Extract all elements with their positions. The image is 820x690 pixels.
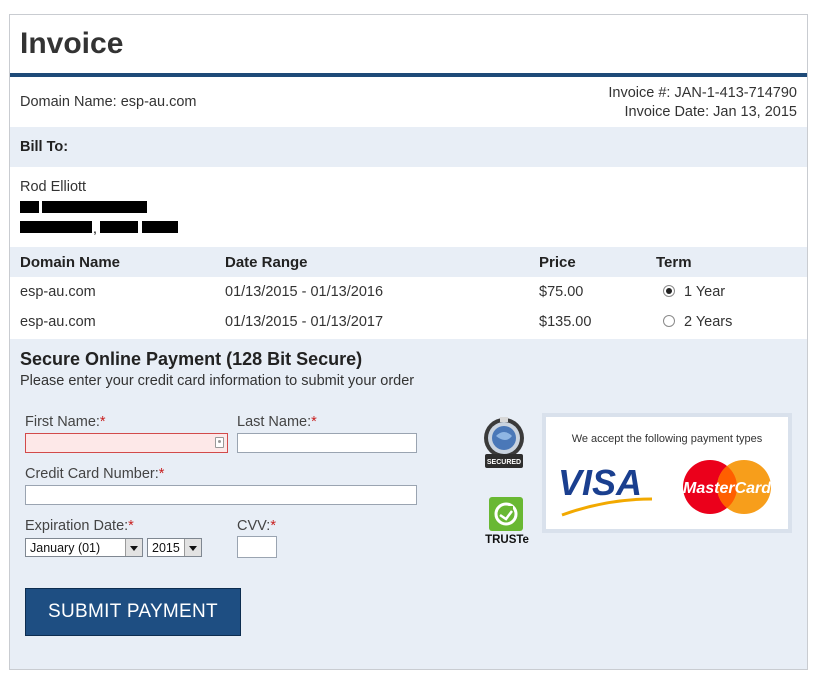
expiration-label: Expiration Date:* xyxy=(25,518,134,534)
secured-seal-icon: SECURED xyxy=(482,414,526,484)
seal-text: SECURED xyxy=(487,459,521,466)
bill-to-name: Rod Elliott xyxy=(20,179,87,195)
expiration-year-select[interactable]: 2015 xyxy=(147,538,202,557)
term-label: 2 Years xyxy=(684,314,733,330)
first-name-input[interactable] xyxy=(25,433,228,453)
mastercard-logo-text: MasterCard xyxy=(683,480,772,497)
term-label: 1 Year xyxy=(684,284,726,300)
last-name-label-text: Last Name: xyxy=(237,414,312,430)
cvv-label: CVV:* xyxy=(237,518,276,534)
payment-instructions: Please enter your credit card informatio… xyxy=(20,373,415,389)
redacted-address xyxy=(20,201,39,213)
row-domain: esp-au.com xyxy=(20,284,96,300)
cvv-input[interactable] xyxy=(237,536,277,558)
accepted-payments-heading: We accept the following payment types xyxy=(571,433,763,445)
contact-card-icon[interactable] xyxy=(215,437,224,448)
expiration-month-value: January (01) xyxy=(30,541,101,555)
card-number-label: Credit Card Number:* xyxy=(25,466,164,482)
visa-logo-icon: VISA xyxy=(558,462,653,517)
accepted-payments-box: We accept the following payment types VI… xyxy=(542,413,792,533)
chevron-down-icon[interactable] xyxy=(184,539,201,556)
redacted-separator: , xyxy=(93,220,97,236)
required-mark: * xyxy=(270,518,276,534)
chevron-down-icon[interactable] xyxy=(125,539,142,556)
row-price: $135.00 xyxy=(539,314,592,330)
table-row: esp-au.com 01/13/2015 - 01/13/2017 $135.… xyxy=(10,307,807,337)
term-option-2-years[interactable]: 2 Years xyxy=(656,314,732,330)
required-mark: * xyxy=(311,414,317,430)
truste-logo-graphic xyxy=(494,502,518,526)
column-header-term: Term xyxy=(656,254,692,271)
term-radio-2-years[interactable] xyxy=(663,315,675,327)
bill-to-header: Bill To: xyxy=(10,127,807,167)
card-number-input[interactable] xyxy=(25,485,417,505)
invoice-meta: Invoice #: JAN-1-413-714790 Invoice Date… xyxy=(608,84,797,122)
submit-payment-button[interactable]: SUBMIT PAYMENT xyxy=(25,588,241,636)
domain-name-label: Domain Name: esp-au.com xyxy=(20,94,197,110)
column-header-domain: Domain Name xyxy=(20,254,121,271)
redacted-city xyxy=(20,221,92,233)
row-price: $75.00 xyxy=(539,284,584,300)
visa-logo-text: VISA xyxy=(558,462,642,503)
first-name-label: First Name:* xyxy=(25,414,106,430)
required-mark: * xyxy=(158,466,165,482)
redacted-state xyxy=(100,221,138,233)
truste-badge: TRUSTe xyxy=(482,497,532,549)
truste-logo-icon xyxy=(489,497,523,531)
title-bar: Invoice xyxy=(10,15,807,77)
row-domain: esp-au.com xyxy=(20,314,96,330)
expiration-label-text: Expiration Date: xyxy=(25,518,129,534)
cvv-label-text: CVV: xyxy=(237,518,271,534)
card-number-label-text: Credit Card Number: xyxy=(25,466,159,482)
secured-seal-graphic: SECURED xyxy=(484,417,524,468)
bill-to-heading: Bill To: xyxy=(20,139,69,155)
redacted-postcode xyxy=(142,221,178,233)
truste-text: TRUSTe xyxy=(485,534,529,546)
first-name-label-text: First Name: xyxy=(25,414,100,430)
column-header-price: Price xyxy=(539,254,576,271)
invoice-panel: Invoice Domain Name: esp-au.com Invoice … xyxy=(9,14,808,670)
required-mark: * xyxy=(128,518,134,534)
table-row: esp-au.com 01/13/2015 - 01/13/2016 $75.0… xyxy=(10,277,807,307)
last-name-label: Last Name:* xyxy=(237,414,317,430)
redacted-address xyxy=(42,201,147,213)
bill-to-details: Rod Elliott , xyxy=(10,167,807,247)
table-header-row: Domain Name Date Range Price Term xyxy=(10,247,807,277)
expiration-year-value: 2015 xyxy=(152,541,180,555)
payment-section: Secure Online Payment (128 Bit Secure) P… xyxy=(10,339,807,669)
term-radio-1-year[interactable] xyxy=(663,285,675,297)
invoice-info-row: Domain Name: esp-au.com Invoice #: JAN-1… xyxy=(10,77,807,127)
payment-title: Secure Online Payment (128 Bit Secure) xyxy=(20,349,363,369)
term-option-1-year[interactable]: 1 Year xyxy=(656,284,725,300)
mastercard-logo-icon: MasterCard xyxy=(683,460,772,514)
row-date-range: 01/13/2015 - 01/13/2017 xyxy=(225,314,384,330)
invoice-date: Invoice Date: Jan 13, 2015 xyxy=(624,104,797,120)
expiration-month-select[interactable]: January (01) xyxy=(25,538,143,557)
page-title: Invoice xyxy=(20,27,124,60)
required-mark: * xyxy=(99,414,106,430)
last-name-input[interactable] xyxy=(237,433,417,453)
column-header-date-range: Date Range xyxy=(225,254,308,271)
invoice-number: Invoice #: JAN-1-413-714790 xyxy=(608,85,797,101)
row-date-range: 01/13/2015 - 01/13/2016 xyxy=(225,284,384,300)
